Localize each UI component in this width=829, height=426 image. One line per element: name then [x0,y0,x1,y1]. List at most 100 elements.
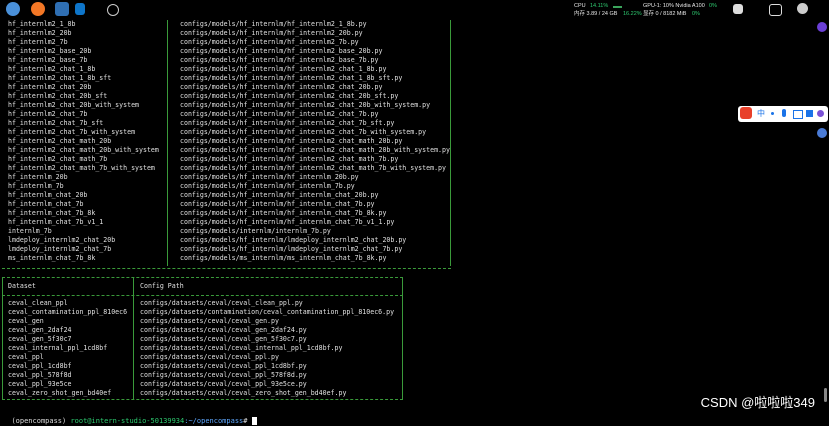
model-table-row: lmdeploy_internlm2_chat_7b configs/models… [8,245,402,254]
model-config-path-cell: configs/models/hf_internlm/hf_internlm_7… [180,182,355,190]
dataset-name-cell: ceval_clean_ppl [8,299,68,307]
dataset-name-cell: ceval_contamination_ppl_810ec6 [8,308,128,316]
model-name-cell: lmdeploy_internlm2_chat_7b [8,245,112,253]
gpu-label: GPU-1: 10% Nvidia A100 [643,3,705,9]
model-name-cell: hf_internlm_chat_7b_v1_1 [8,218,104,226]
model-name-cell: hf_internlm2_chat_math_20b_with_system [8,146,159,154]
model-config-path-cell: configs/models/hf_internlm/hf_internlm2_… [180,56,379,64]
model-config-path-cell: configs/models/hf_internlm/hf_internlm_c… [180,218,395,226]
model-name-cell: internlm_7b [8,227,52,235]
cpu-value: 14.11% [590,3,609,9]
model-name-cell: hf_internlm2_chat_7b [8,110,88,118]
model-config-path-cell: configs/models/hf_internlm/hf_internlm2_… [180,101,431,109]
model-table-row: hf_internlm2_1_8b configs/models/hf_inter… [8,20,367,29]
dataset-table-row: ceval_ppl_93e5ce configs/datasets/ceval/c… [8,380,307,389]
cwd-label: :~/opencompass [184,417,244,425]
user-avatar-icon[interactable] [797,3,808,14]
dataset-table-row: ceval_clean_ppl configs/datasets/ceval/ce… [8,299,303,308]
model-name-cell: hf_internlm2_base_20b [8,47,92,55]
dataset-config-path-cell: configs/datasets/ceval/ceval_internal_pp… [140,344,343,352]
model-name-cell: hf_internlm2_chat_20b_with_system [8,101,140,109]
compass-icon[interactable] [107,4,119,16]
model-table-row: hf_internlm2_chat_math_7b_with_system con… [8,164,446,173]
model-table-row: hf_internlm2_chat_math_7b configs/models/… [8,155,398,164]
model-table-row: hf_internlm2_base_20b configs/models/hf_i… [8,47,382,56]
model-table-row: hf_internlm_chat_20b configs/models/hf_in… [8,191,379,200]
datasets-table-border-right [402,278,403,399]
model-table-row: hf_internlm2_7b configs/models/hf_internl… [8,38,359,47]
model-name-cell: hf_internlm2_7b [8,38,68,46]
model-table-row: hf_internlm2_chat_20b_sft configs/models/… [8,92,398,101]
model-config-path-cell: configs/models/hf_internlm/hf_internlm2_… [180,47,383,55]
model-config-path-cell: configs/models/hf_internlm/hf_internlm2_… [180,137,403,145]
dataset-config-path-cell: configs/datasets/ceval/ceval_gen_5f30c7.… [140,335,307,343]
dataset-table-row: ceval_gen_2daf24 configs/datasets/ceval/c… [8,326,307,335]
terminal-tab-icon[interactable] [55,2,69,16]
dataset-config-path-cell: configs/datasets/ceval/ceval_ppl_1cd8bf.… [140,362,307,370]
app-logo-icon[interactable] [6,2,20,16]
dataset-table-row: ceval_internal_ppl_1cd8bf configs/dataset… [8,344,342,353]
model-name-cell: hf_internlm_chat_20b [8,191,88,199]
model-name-cell: ms_internlm_chat_7b_8k [8,254,96,262]
model-table-row: hf_internlm2_chat_1_8b configs/models/hf_… [8,65,386,74]
model-config-path-cell: configs/models/hf_internlm/lmdeploy_inte… [180,245,403,253]
model-config-path-cell: configs/models/hf_internlm/hf_internlm_c… [180,191,379,199]
model-name-cell: hf_internlm2_chat_20b_sft [8,92,108,100]
model-table-row: hf_internlm2_chat_7b_sft configs/models/h… [8,119,394,128]
cpu-usage-bar [613,6,622,8]
vscode-icon[interactable] [75,3,85,15]
model-name-cell: hf_internlm_7b [8,182,64,190]
jupyter-icon[interactable] [31,2,45,16]
dataset-config-path-cell: configs/datasets/contamination/ceval_con… [140,308,395,316]
top-status-bar: CPU 14.11% 内存 3.89 / 24 GB 16.22% GPU-1:… [0,0,829,20]
model-config-path-cell: configs/models/hf_internlm/hf_internlm2_… [180,92,399,100]
dataset-name-cell: ceval_ppl_578f8d [8,371,72,379]
model-config-path-cell: configs/models/hf_internlm/hf_internlm2_… [180,119,395,127]
dataset-column-header: Dataset [8,282,36,290]
model-name-cell: hf_internlm_20b [8,173,68,181]
model-table-row: hf_internlm_20b configs/models/hf_internl… [8,173,359,182]
shirt-icon[interactable] [733,4,743,14]
model-table-row: lmdeploy_internlm2_chat_20b configs/model… [8,236,406,245]
dataset-name-cell: ceval_ppl_1cd8bf [8,362,72,370]
models-table-border-right [450,20,451,266]
conda-env-label: (opencompass) [11,417,71,425]
prompt-symbol: # [243,417,252,425]
image-icon[interactable] [769,4,782,16]
model-name-cell: hf_internlm2_chat_math_7b_with_system [8,164,155,172]
terminal-output[interactable]: hf_internlm2_1_8b configs/models/hf_inter… [0,20,829,418]
terminal-scrollbar[interactable] [824,388,827,402]
model-table-row: hf_internlm2_chat_math_20b_with_system co… [8,146,450,155]
model-config-path-cell: configs/models/ms_internlm/ms_internlm_c… [180,254,387,262]
model-table-row: hf_internlm2_chat_7b configs/models/hf_in… [8,110,379,119]
dataset-name-cell: ceval_gen_2daf24 [8,326,72,334]
model-config-path-cell: configs/models/hf_internlm/hf_internlm2_… [180,128,427,136]
model-table-row: ms_internlm_chat_7b_8k configs/models/ms_… [8,254,386,263]
dataset-name-cell: ceval_zero_shot_gen_bd40ef [8,389,112,397]
model-config-path-cell: configs/models/hf_internlm/hf_internlm2_… [180,65,387,73]
cpu-label: CPU [574,3,586,9]
model-table-row: hf_internlm2_chat_7b_with_system configs/… [8,128,426,137]
dataset-table-row: ceval_zero_shot_gen_bd40ef configs/datase… [8,389,346,398]
dataset-table-row: ceval_ppl_578f8d configs/datasets/ceval/c… [8,371,307,380]
model-config-path-cell: configs/models/hf_internlm/hf_internlm2_… [180,164,446,172]
csdn-watermark: CSDN @啦啦啦349 [700,395,815,410]
dataset-table-row: ceval_ppl configs/datasets/ceval/ceval_pp… [8,353,279,362]
datasets-table-border-mid [133,278,134,399]
shell-prompt[interactable]: (opencompass) root@intern-studio-5013993… [3,406,257,425]
dataset-table-row: ceval_gen configs/datasets/ceval/ceval_ge… [8,317,279,326]
models-table-border-mid [167,20,168,266]
gpu-value: 0% [709,3,717,9]
model-name-cell: hf_internlm2_chat_1_8b [8,65,96,73]
model-config-path-cell: configs/models/hf_internlm/hf_internlm_2… [180,173,359,181]
model-name-cell: hf_internlm2_1_8b [8,20,76,28]
model-config-path-cell: configs/models/hf_internlm/hf_internlm2_… [180,38,359,46]
datasets-table-border-left [2,278,3,399]
model-table-row: hf_internlm2_base_7b configs/models/hf_in… [8,56,379,65]
model-name-cell: hf_internlm2_chat_1_8b_sft [8,74,112,82]
model-name-cell: lmdeploy_internlm2_chat_20b [8,236,116,244]
dataset-name-cell: ceval_gen_5f30c7 [8,335,72,343]
model-name-cell: hf_internlm2_chat_math_20b [8,137,112,145]
config-path-column-header: Config Path [140,282,184,290]
model-config-path-cell: configs/models/internlm/internlm_7b.py [180,227,331,235]
